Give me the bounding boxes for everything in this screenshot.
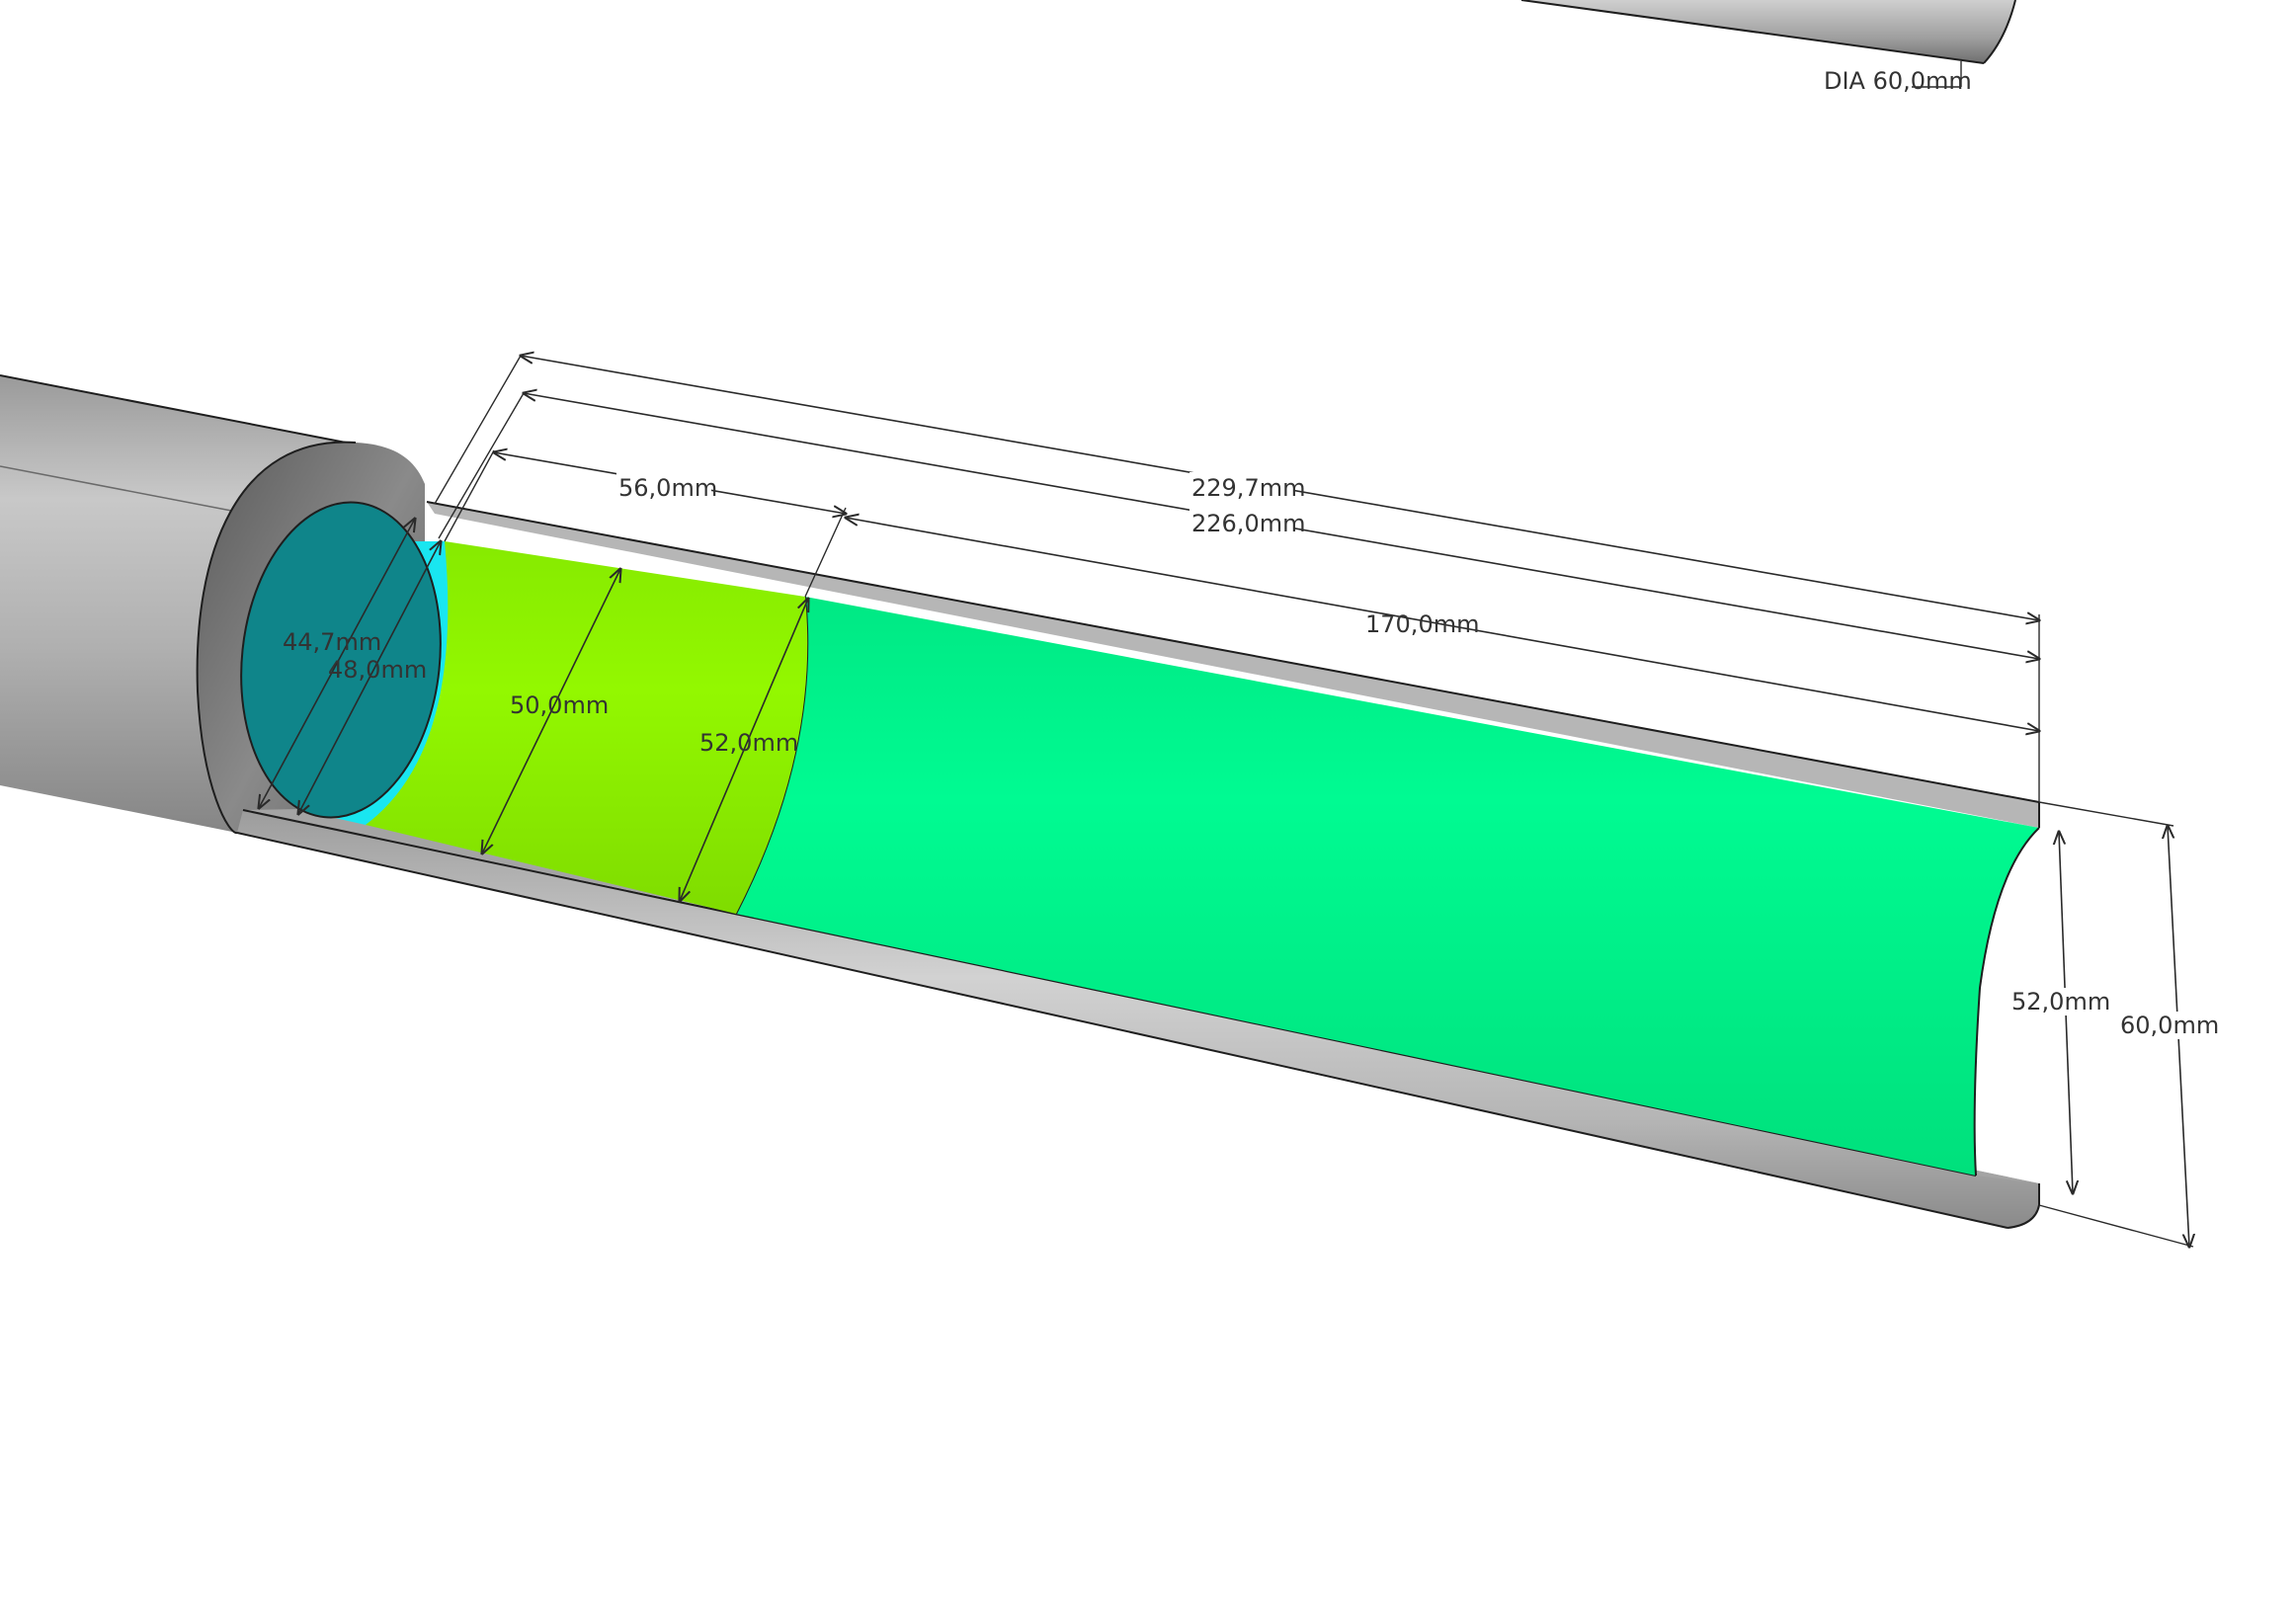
- label-60-0: 60,0mm: [2120, 1012, 2219, 1039]
- label-52-0-inner: 52,0mm: [699, 729, 798, 757]
- cad-drawing-canvas: DIA 60,0mm 229,7mm 226,0mm 56,0mm 170,0m…: [0, 0, 2219, 1624]
- top-diameter-label: DIA 60,0mm: [1824, 67, 1972, 95]
- label-50-0: 50,0mm: [510, 691, 609, 719]
- label-56-0: 56,0mm: [618, 474, 717, 502]
- label-170-0: 170,0mm: [1365, 610, 1479, 638]
- label-229-7: 229,7mm: [1191, 474, 1305, 502]
- label-52-0-end: 52,0mm: [2011, 988, 2110, 1015]
- label-48-0: 48,0mm: [328, 656, 427, 684]
- label-44-7: 44,7mm: [283, 628, 381, 656]
- label-226-0: 226,0mm: [1191, 510, 1305, 537]
